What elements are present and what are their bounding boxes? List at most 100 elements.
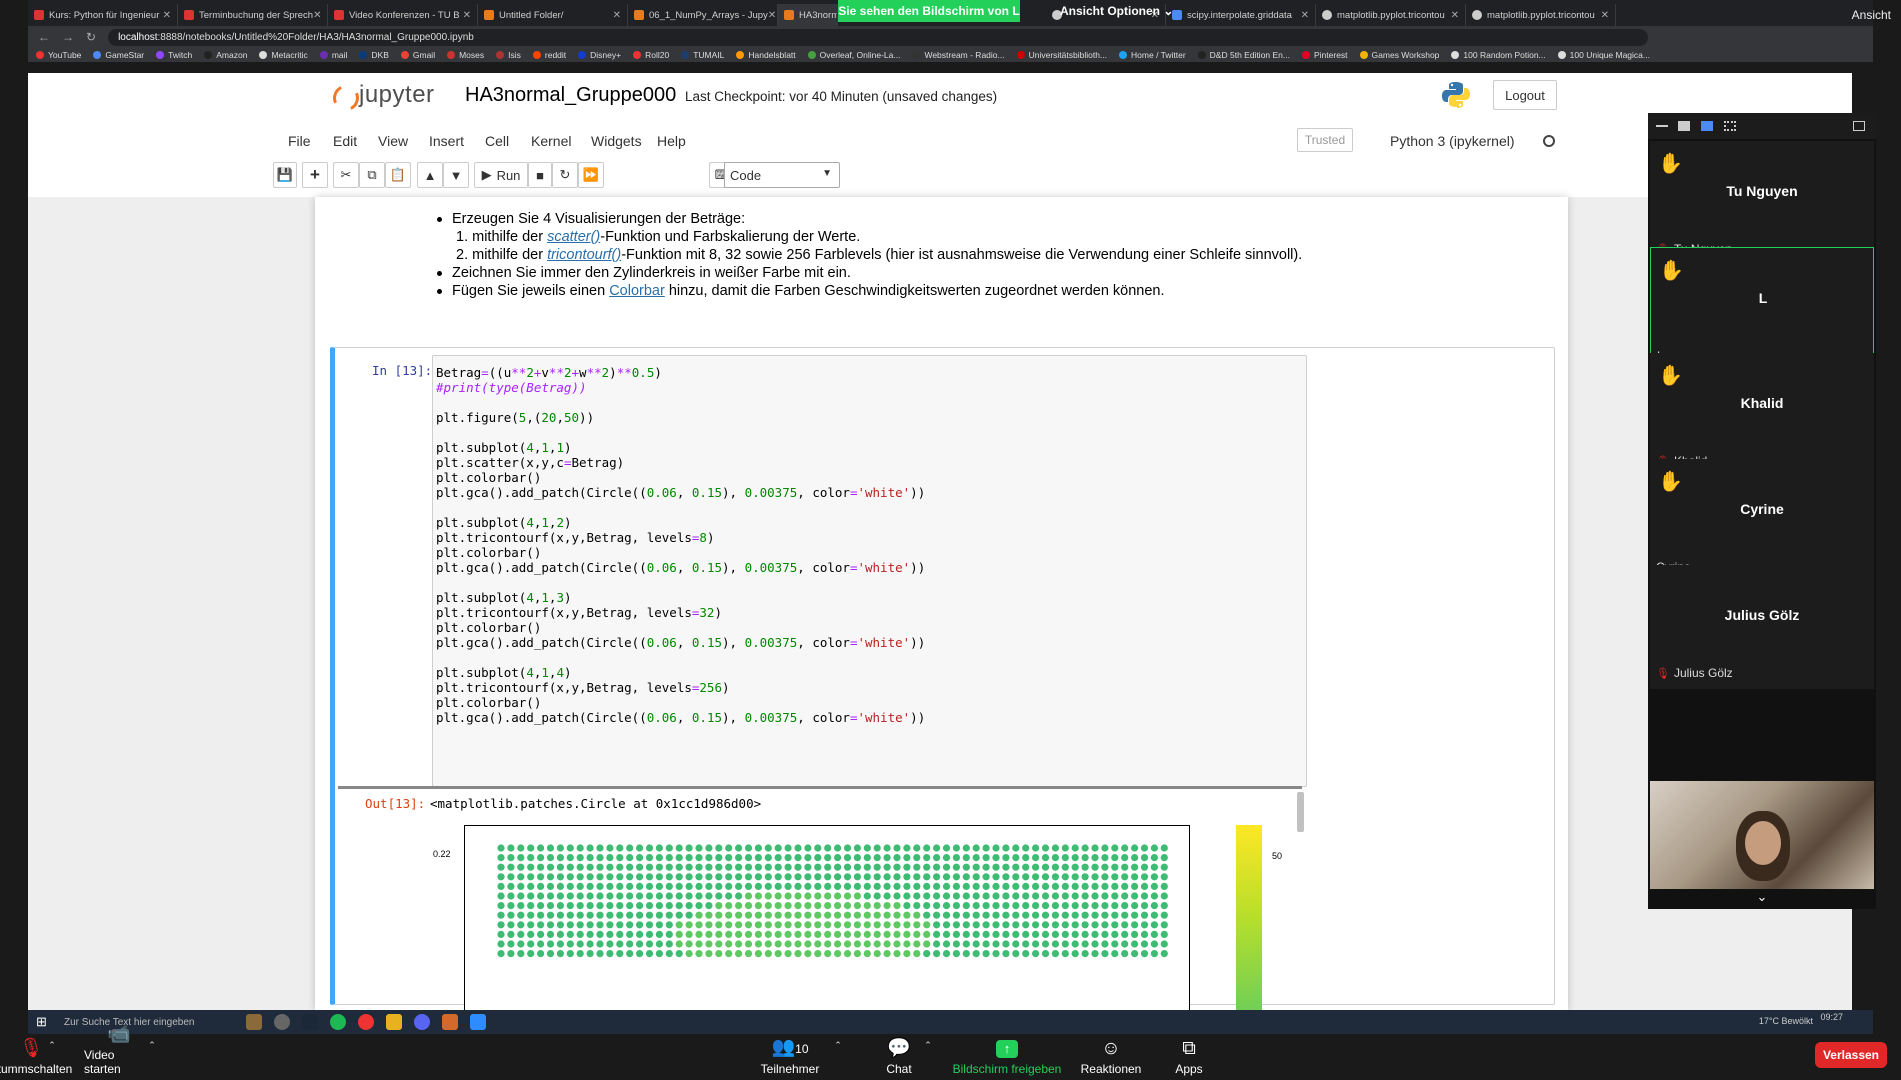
- code-text[interactable]: Betrag=((u**2+v**2+w**2)**0.5) #print(ty…: [436, 365, 925, 725]
- bookmark[interactable]: Moses: [447, 50, 484, 60]
- browser-tab[interactable]: scipy.interpolate.griddata ✕: [1166, 4, 1316, 26]
- save-icon[interactable]: 💾: [273, 162, 297, 188]
- bookmark[interactable]: Twitch: [156, 50, 192, 60]
- minimize-icon[interactable]: [1656, 125, 1668, 127]
- bookmark[interactable]: Gmail: [400, 50, 435, 60]
- browser-tab[interactable]: Kurs: Python für Ingenieur ✕: [28, 4, 178, 26]
- view-options-menu[interactable]: Ansicht Optionen ⌄: [1060, 0, 1173, 22]
- apps-button[interactable]: ⧉ Apps: [1170, 1034, 1208, 1080]
- bookmark[interactable]: Handelsblatt: [736, 50, 796, 60]
- code-cell[interactable]: In [13]: Betrag=((u**2+v**2+w**2)**0.5) …: [330, 347, 1555, 1010]
- bookmark[interactable]: Home / Twitter: [1119, 50, 1186, 60]
- bookmark[interactable]: mail: [319, 50, 347, 60]
- chat-button[interactable]: 💬 Chat: [876, 1034, 922, 1080]
- browser-tab[interactable]: HA3norm✕: [778, 4, 838, 26]
- menu-edit[interactable]: Edit: [333, 133, 357, 149]
- taskbar-search[interactable]: Zur Suche Text hier eingeben: [64, 1017, 234, 1028]
- close-tab-icon[interactable]: ✕: [313, 10, 321, 21]
- bookmark[interactable]: D&D 5th Edition En...: [1197, 50, 1290, 60]
- bookmark[interactable]: Webstream - Radio...: [912, 50, 1005, 60]
- menu-cell[interactable]: Cell: [485, 133, 509, 149]
- close-tab-icon[interactable]: ✕: [768, 10, 776, 21]
- bookmark[interactable]: reddit: [532, 50, 566, 60]
- app-icon[interactable]: [442, 1014, 458, 1030]
- discord-icon[interactable]: [414, 1014, 430, 1030]
- bookmark[interactable]: Games Workshop: [1359, 50, 1439, 60]
- gallery-view-icon[interactable]: [1724, 121, 1736, 131]
- bookmark[interactable]: 100 Random Potion...: [1451, 50, 1546, 60]
- restart-icon[interactable]: ↻: [552, 162, 578, 188]
- bookmark[interactable]: Pinterest: [1302, 50, 1348, 60]
- menu-view[interactable]: View: [378, 133, 408, 149]
- cut-icon[interactable]: ✂: [333, 162, 359, 188]
- bookmark[interactable]: DKB: [359, 50, 389, 60]
- bookmark[interactable]: Roll20: [633, 50, 669, 60]
- code-editor[interactable]: Betrag=((u**2+v**2+w**2)**0.5) #print(ty…: [432, 355, 1307, 787]
- bookmark[interactable]: Metacritic: [259, 50, 308, 60]
- bookmark[interactable]: Isis: [496, 50, 521, 60]
- tricontourf-link[interactable]: tricontourf(): [547, 247, 621, 263]
- browser-tab[interactable]: matplotlib.pyplot.tricontou ✕: [1466, 4, 1616, 26]
- stop-icon[interactable]: ■: [528, 162, 552, 188]
- close-tab-icon[interactable]: ✕: [1451, 10, 1459, 21]
- browser-tab[interactable]: matplotlib.pyplot.tricontou ✕: [1316, 4, 1466, 26]
- explorer-icon[interactable]: [386, 1014, 402, 1030]
- back-icon[interactable]: ←: [38, 30, 50, 44]
- chrome-icon[interactable]: [358, 1014, 374, 1030]
- close-tab-icon[interactable]: ✕: [163, 10, 171, 21]
- scatter-link[interactable]: scatter(): [547, 229, 600, 245]
- zoom-icon[interactable]: [470, 1014, 486, 1030]
- colorbar-link[interactable]: Colorbar: [609, 283, 665, 299]
- menu-file[interactable]: File: [288, 133, 311, 149]
- leave-meeting-button[interactable]: Verlassen: [1815, 1042, 1887, 1068]
- output-scrollbar[interactable]: [1297, 792, 1304, 832]
- move-down-icon[interactable]: ▼: [443, 162, 469, 188]
- bookmark[interactable]: Amazon: [204, 50, 247, 60]
- bookmark[interactable]: GameStar: [93, 50, 144, 60]
- participant-video[interactable]: [1650, 781, 1874, 889]
- video-button[interactable]: 📹 Video starten: [84, 1024, 154, 1080]
- clock[interactable]: 09:27: [1820, 1012, 1843, 1022]
- bookmark[interactable]: YouTube: [36, 50, 81, 60]
- notebook-title[interactable]: HA3normal_Gruppe000: [465, 84, 676, 107]
- menu-help[interactable]: Help: [657, 133, 686, 149]
- weather-widget[interactable]: 17°C Bewölkt: [1759, 1016, 1813, 1026]
- cell-type-select[interactable]: Code ▼: [724, 162, 840, 188]
- chevron-down-icon[interactable]: ⌄: [1648, 889, 1876, 909]
- close-tab-icon[interactable]: ✕: [463, 10, 471, 21]
- reactions-button[interactable]: ☺ Reaktionen: [1079, 1034, 1143, 1080]
- forward-icon[interactable]: →: [62, 30, 74, 44]
- browser-tab[interactable]: Terminbuchung der Sprech ✕: [178, 4, 328, 26]
- steam-icon[interactable]: [302, 1014, 318, 1030]
- view-button[interactable]: Ansicht: [1852, 8, 1891, 22]
- browser-tab[interactable]: Video Konferenzen - TU B ✕: [328, 4, 478, 26]
- menu-widgets[interactable]: Widgets: [591, 133, 642, 149]
- task-view-icon[interactable]: [274, 1014, 290, 1030]
- participant-tile[interactable]: Julius Gölz 🎙 Julius Gölz: [1650, 565, 1874, 689]
- windows-start-icon[interactable]: ⊞: [36, 1014, 50, 1030]
- bookmark[interactable]: Universitätsbiblioth...: [1016, 50, 1107, 60]
- close-tab-icon[interactable]: ✕: [613, 10, 621, 21]
- move-up-icon[interactable]: ▲: [417, 162, 443, 188]
- close-tab-icon[interactable]: ✕: [1301, 10, 1309, 21]
- logout-button[interactable]: Logout: [1493, 80, 1557, 110]
- bookmark[interactable]: 100 Unique Magica...: [1557, 50, 1650, 60]
- taskbar-app-icon[interactable]: [246, 1014, 262, 1030]
- browser-tab[interactable]: 06_1_NumPy_Arrays - Jupy ✕: [628, 4, 778, 26]
- jupyter-logo[interactable]: jupyter: [331, 81, 435, 109]
- trusted-indicator[interactable]: Trusted: [1297, 128, 1353, 152]
- fast-forward-icon[interactable]: ⏩: [578, 162, 604, 188]
- bookmark[interactable]: Overleaf, Online-La...: [807, 50, 900, 60]
- kernel-name[interactable]: Python 3 (ipykernel): [1390, 133, 1515, 149]
- participants-button[interactable]: 👥10 Teilnehmer: [757, 1034, 823, 1080]
- copy-icon[interactable]: ⧉: [359, 162, 385, 188]
- bookmark[interactable]: Disney+: [578, 50, 621, 60]
- strip-view-icon[interactable]: [1701, 121, 1713, 131]
- reload-icon[interactable]: ↻: [86, 30, 96, 44]
- menu-kernel[interactable]: Kernel: [531, 133, 571, 149]
- close-tab-icon[interactable]: ✕: [1601, 10, 1609, 21]
- browser-tab[interactable]: Untitled Folder/ ✕: [478, 4, 628, 26]
- share-screen-button[interactable]: ↑ Bildschirm freigeben: [950, 1034, 1064, 1080]
- menu-insert[interactable]: Insert: [429, 133, 464, 149]
- insert-cell-icon[interactable]: +: [302, 162, 328, 188]
